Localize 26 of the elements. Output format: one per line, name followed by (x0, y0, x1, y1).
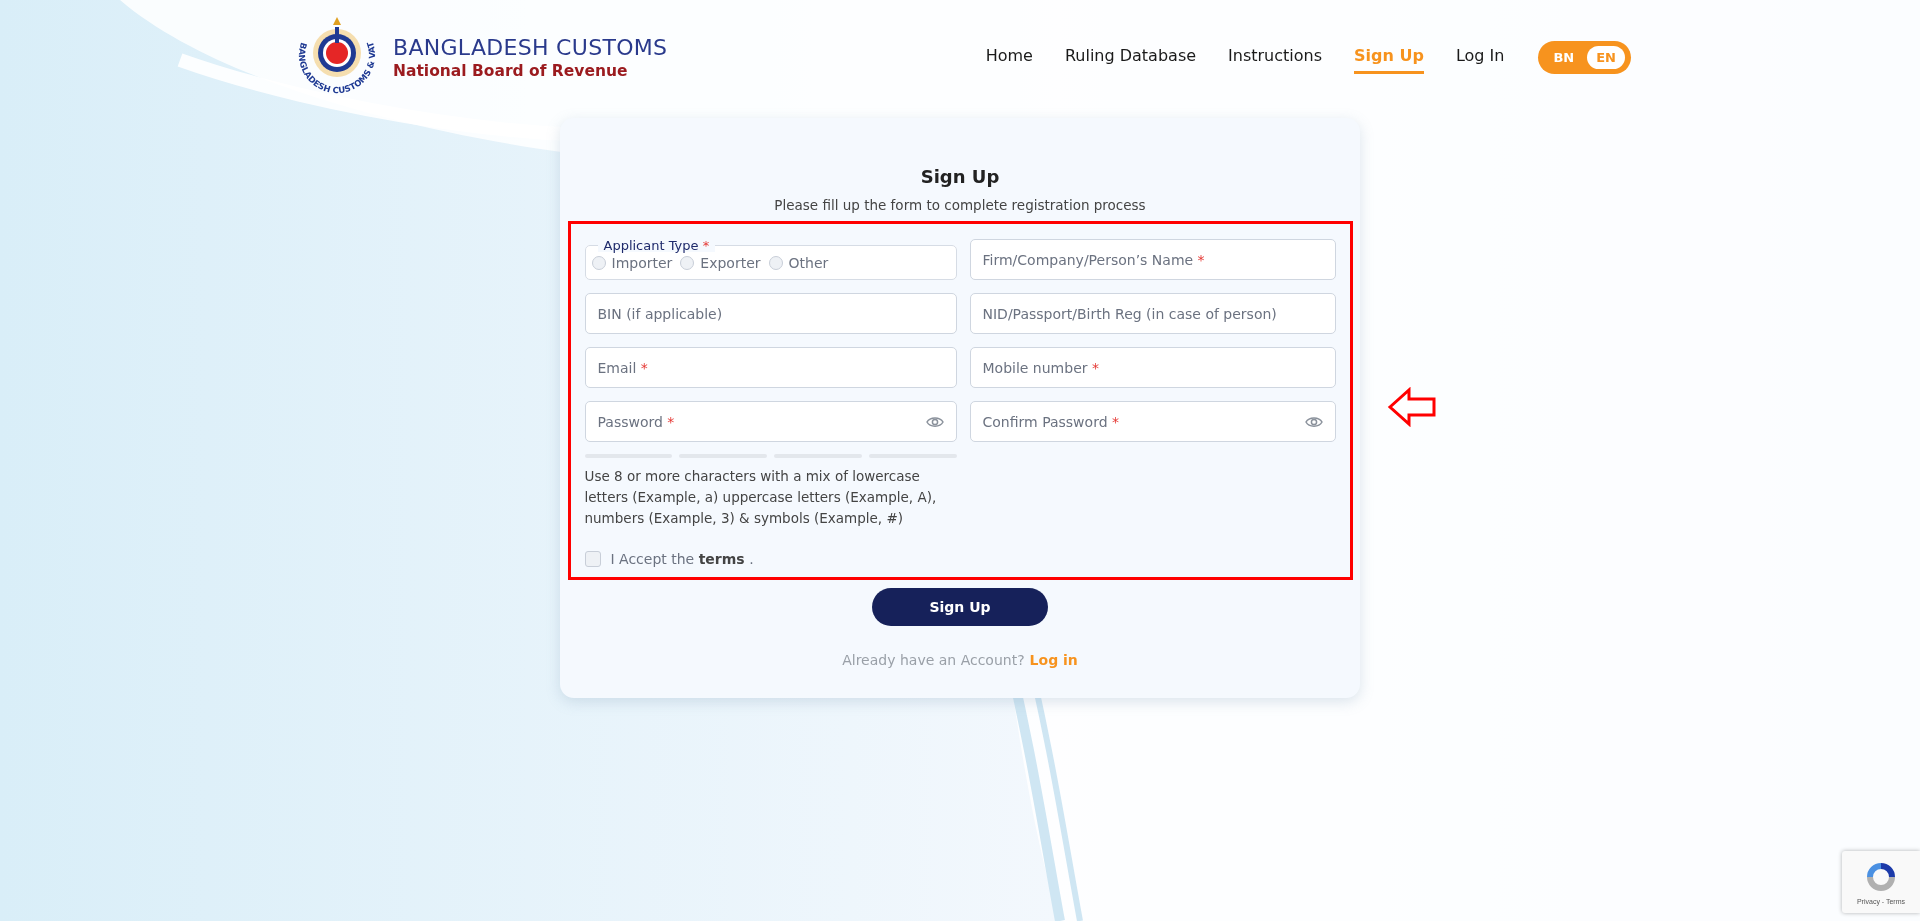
radio-option[interactable]: Other (768, 254, 829, 271)
nav-link[interactable]: Instructions (1228, 40, 1323, 74)
radio-option[interactable]: Importer (591, 254, 673, 271)
input-field[interactable]: BIN (if applicable) (584, 293, 957, 334)
logo-title: BANGLADESH CUSTOMS (393, 34, 668, 60)
input-field[interactable]: Email * (584, 347, 957, 388)
radio-option[interactable]: Exporter (680, 254, 761, 271)
eye-icon[interactable] (925, 414, 944, 429)
form-title: Sign Up (920, 166, 1000, 187)
nav-link[interactable]: Home (985, 40, 1033, 74)
logo-subtitle: National Board of Revenue (393, 61, 629, 80)
form-subtitle: Please fill up the form to complete registration process (774, 197, 1146, 213)
applicant-type-label: Applicant Type * (597, 239, 716, 252)
input-field[interactable]: Firm/Company/Person’s Name * (969, 239, 1336, 280)
left-arrow-icon (1386, 387, 1437, 427)
input-field[interactable]: NID/Passport/Birth Reg (in case of person) (969, 293, 1336, 334)
eye-icon[interactable] (1304, 414, 1323, 429)
password-field[interactable]: Password * (584, 401, 957, 442)
password-hint: Use 8 or more characters with a mix of lowercase letters (Example, a) uppercase letters (Example, A), numbers (Example, 3) & symbols (Example, #) (584, 467, 938, 528)
account-prompt: Already have an Account? (842, 652, 1025, 668)
input-field[interactable]: Mobile number * (969, 347, 1336, 388)
nav-link[interactable]: Log In (1455, 40, 1505, 74)
password-field[interactable]: Confirm Password * (969, 401, 1336, 442)
nav-link[interactable]: Ruling Database (1064, 40, 1197, 74)
terms-checkbox[interactable]: I Accept the terms . (584, 551, 1336, 567)
sign-up-button[interactable]: Sign Up (872, 588, 1048, 626)
